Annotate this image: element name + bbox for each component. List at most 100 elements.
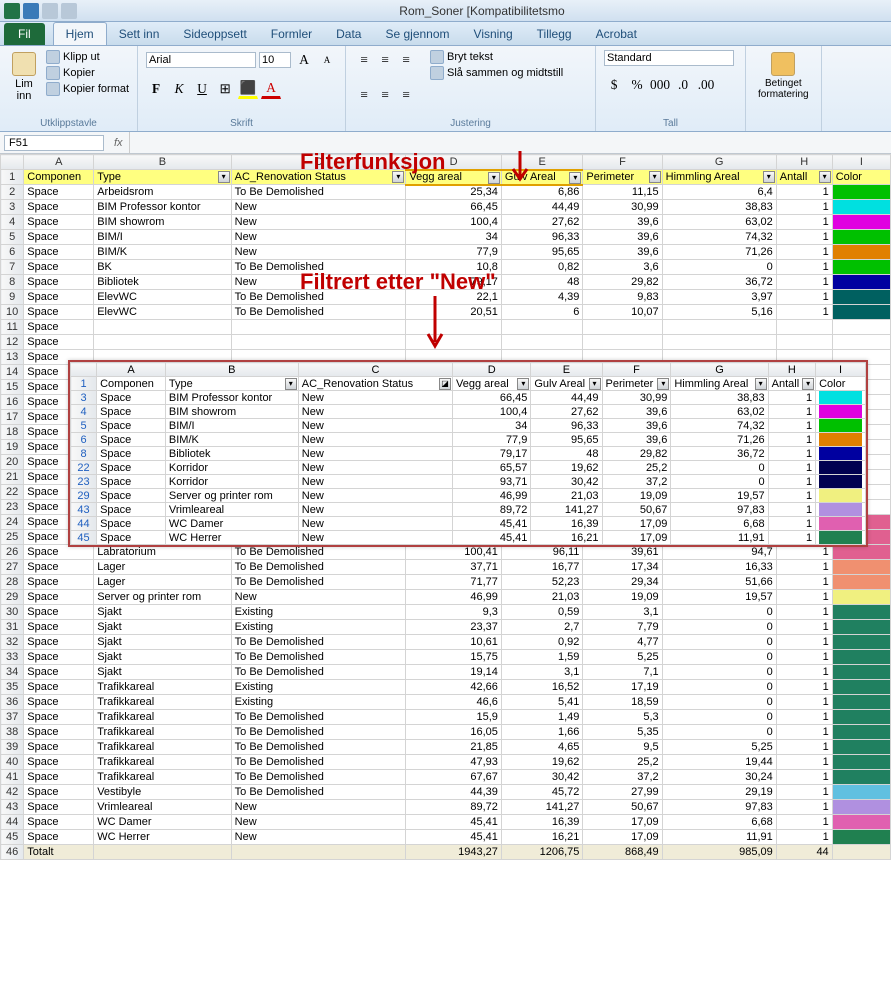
row-header[interactable]: 43 (1, 800, 24, 815)
cell[interactable]: Space (24, 305, 94, 320)
table-row[interactable]: 22SpaceKorridorNew65,5719,6225,201 (71, 461, 866, 475)
row-header[interactable]: 36 (1, 695, 24, 710)
cell[interactable]: Space (24, 740, 94, 755)
cell[interactable]: 1 (776, 290, 832, 305)
cell[interactable]: Sjakt (94, 650, 231, 665)
cell[interactable] (776, 320, 832, 335)
table-row[interactable]: 42SpaceVestibyleTo Be Demolished44,3945,… (1, 785, 891, 800)
cell[interactable]: Space (24, 785, 94, 800)
cell[interactable]: 6,68 (671, 517, 768, 531)
cell[interactable]: 50,67 (583, 800, 662, 815)
cell[interactable]: Space (24, 605, 94, 620)
filter-dropdown-icon[interactable]: ▾ (392, 171, 404, 183)
cell[interactable]: 0 (662, 260, 776, 275)
cell[interactable]: Korridor (165, 475, 298, 489)
cell[interactable]: 0 (662, 680, 776, 695)
cell[interactable]: 16,21 (531, 531, 602, 545)
cell[interactable]: BIM/K (165, 433, 298, 447)
cell[interactable]: Space (24, 830, 94, 845)
cell[interactable]: Space (24, 815, 94, 830)
cell[interactable]: 29,19 (662, 785, 776, 800)
color-cell[interactable] (832, 680, 890, 695)
cell[interactable]: 19,09 (602, 489, 671, 503)
color-cell[interactable] (832, 215, 890, 230)
row-header[interactable]: 45 (71, 531, 97, 545)
cell[interactable]: 46,99 (406, 590, 502, 605)
table-row[interactable]: 5SpaceBIM/INew3496,3339,674,321 (1, 230, 891, 245)
cell[interactable]: Space (97, 517, 166, 531)
cell[interactable]: Space (97, 461, 166, 475)
header-ac_renovation-status[interactable]: AC_Renovation Status▾ (231, 170, 406, 185)
cell[interactable]: 0 (662, 695, 776, 710)
cell[interactable]: 0 (662, 635, 776, 650)
table-row[interactable]: 3SpaceBIM Professor kontorNew66,4544,493… (1, 200, 891, 215)
cell[interactable]: 37,2 (602, 475, 671, 489)
color-cell[interactable] (816, 489, 866, 503)
row-header[interactable]: 8 (71, 447, 97, 461)
cell[interactable]: New (298, 531, 452, 545)
cell[interactable]: 89,72 (406, 800, 502, 815)
cell[interactable]: Space (24, 230, 94, 245)
cell[interactable]: New (298, 419, 452, 433)
row-header[interactable]: 27 (1, 560, 24, 575)
cell[interactable]: 19,09 (583, 590, 662, 605)
cell[interactable]: WC Herrer (165, 531, 298, 545)
cell[interactable]: 141,27 (531, 503, 602, 517)
table-row[interactable]: 39SpaceTrafikkarealTo Be Demolished21,85… (1, 740, 891, 755)
cell[interactable]: 16,39 (531, 517, 602, 531)
cell[interactable]: New (231, 215, 406, 230)
color-cell[interactable] (832, 275, 890, 290)
cell[interactable]: 100,4 (406, 215, 502, 230)
filter-dropdown-icon[interactable]: ▾ (517, 378, 529, 390)
cell[interactable]: Sjakt (94, 605, 231, 620)
table-row[interactable]: 6SpaceBIM/KNew77,995,6539,671,261 (1, 245, 891, 260)
cell[interactable]: New (298, 489, 452, 503)
cell[interactable]: 16,39 (501, 815, 583, 830)
tab-sett-inn[interactable]: Sett inn (107, 23, 172, 45)
row-header[interactable]: 20 (1, 455, 24, 470)
cell[interactable]: 39,6 (602, 433, 671, 447)
cell[interactable]: New (298, 517, 452, 531)
font-name-select[interactable] (146, 52, 256, 68)
cell[interactable]: 0,92 (501, 635, 583, 650)
table-row[interactable]: 29SpaceServer og printer romNew46,9921,0… (71, 489, 866, 503)
cell[interactable]: 1,49 (501, 710, 583, 725)
cell[interactable]: Space (97, 419, 166, 433)
cell[interactable]: Bibliotek (165, 447, 298, 461)
cell[interactable]: 1 (776, 230, 832, 245)
cell[interactable]: 9,3 (406, 605, 502, 620)
row-header[interactable]: 13 (1, 350, 24, 365)
cell[interactable]: Trafikkareal (94, 770, 231, 785)
cell[interactable]: BIM/K (94, 245, 231, 260)
cell[interactable]: Space (24, 590, 94, 605)
cell[interactable]: To Be Demolished (231, 725, 406, 740)
row-header[interactable]: 4 (1, 215, 24, 230)
cell[interactable]: 1 (768, 461, 815, 475)
merge-center-button[interactable]: Slå sammen og midtstill (430, 66, 563, 80)
cell[interactable]: Trafikkareal (94, 710, 231, 725)
cell[interactable]: ElevWC (94, 290, 231, 305)
color-cell[interactable] (816, 433, 866, 447)
cell[interactable]: 48 (531, 447, 602, 461)
table-row[interactable]: 40SpaceTrafikkarealTo Be Demolished47,93… (1, 755, 891, 770)
cell[interactable]: 0 (662, 665, 776, 680)
color-cell[interactable] (832, 560, 890, 575)
cell[interactable]: Space (24, 650, 94, 665)
cell[interactable]: 15,75 (406, 650, 502, 665)
col-header-D[interactable]: D (406, 155, 502, 170)
cell[interactable]: 36,72 (662, 275, 776, 290)
cell[interactable]: 97,83 (662, 800, 776, 815)
cell[interactable]: 1 (776, 590, 832, 605)
cell[interactable]: 66,45 (453, 391, 531, 405)
cell[interactable]: 29,34 (583, 575, 662, 590)
cell[interactable]: 1 (776, 560, 832, 575)
cell[interactable]: 3,1 (583, 605, 662, 620)
cell[interactable] (501, 335, 583, 350)
cell[interactable]: 19,57 (662, 590, 776, 605)
table-row[interactable]: 45SpaceWC HerrerNew45,4116,2117,0911,911 (1, 830, 891, 845)
tab-tillegg[interactable]: Tillegg (525, 23, 584, 45)
thousand-sep-button[interactable]: 000 (650, 75, 670, 95)
color-cell[interactable] (832, 695, 890, 710)
align-middle-button[interactable]: ≡ (375, 50, 395, 70)
cell[interactable]: 47,93 (406, 755, 502, 770)
